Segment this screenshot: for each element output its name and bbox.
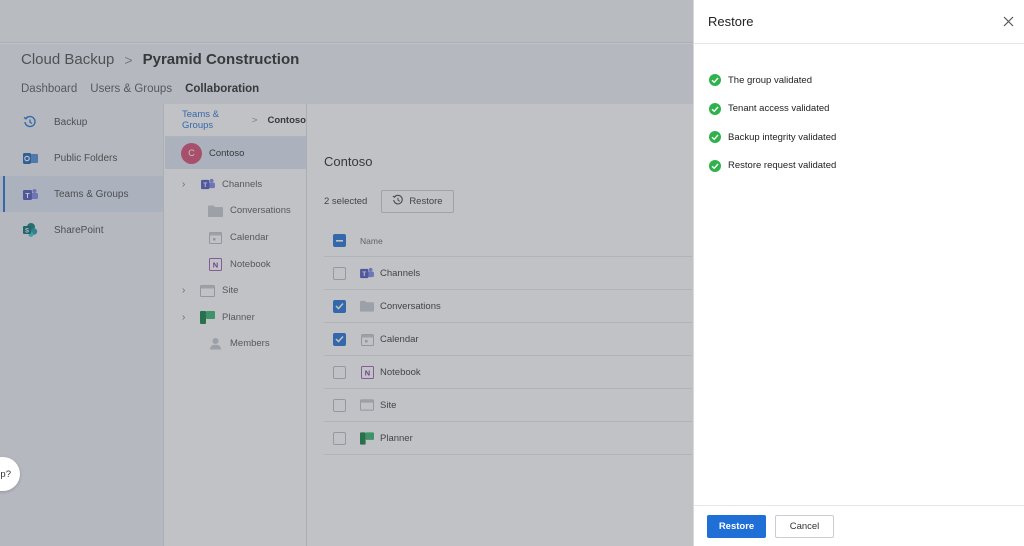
panel-footer: Restore Cancel xyxy=(694,505,1024,546)
cancel-button[interactable]: Cancel xyxy=(775,514,834,538)
help-label: lp? xyxy=(0,468,11,480)
validation-label: The group validated xyxy=(728,74,812,86)
restore-button[interactable]: Restore xyxy=(707,514,766,538)
validation-label: Backup integrity validated xyxy=(728,131,837,143)
validation-item: Restore request validated xyxy=(709,152,1024,181)
panel-title: Restore xyxy=(708,14,754,29)
validation-item: Tenant access validated xyxy=(709,95,1024,124)
validation-label: Tenant access validated xyxy=(728,103,830,115)
check-circle-icon xyxy=(709,102,721,115)
validation-label: Restore request validated xyxy=(728,160,837,172)
check-circle-icon xyxy=(709,74,721,87)
validation-item: The group validated xyxy=(709,66,1024,95)
check-circle-icon xyxy=(709,131,721,144)
app-window: Cloud Backup > Pyramid Construction Dash… xyxy=(0,0,1024,546)
check-circle-icon xyxy=(709,159,721,172)
panel-header: Restore xyxy=(694,0,1024,44)
modal-backdrop[interactable] xyxy=(0,0,693,546)
close-icon[interactable] xyxy=(1001,15,1015,29)
validation-list: The group validated Tenant access valida… xyxy=(694,44,1024,180)
validation-item: Backup integrity validated xyxy=(709,123,1024,152)
restore-panel: Restore The group validated Tenant acces… xyxy=(693,0,1024,546)
